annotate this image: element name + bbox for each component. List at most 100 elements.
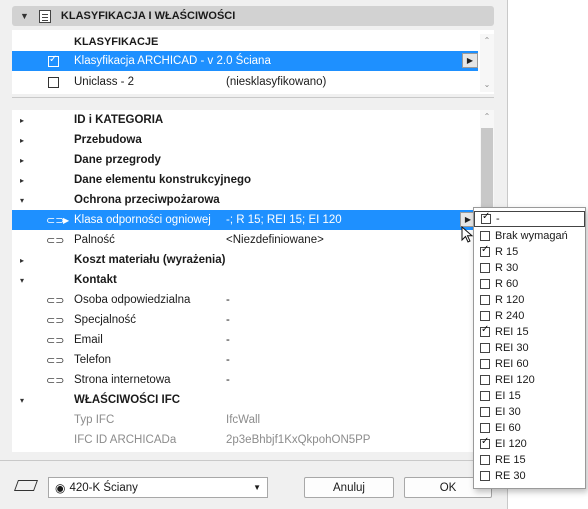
dropdown-option[interactable]: EI 120 [474,436,585,452]
dropdown-option[interactable]: EI 60 [474,420,585,436]
row-arrow-icon: ▶ [63,215,70,225]
dropdown-option[interactable]: RE 30 [474,468,585,484]
expand-triangle-icon[interactable]: ▸ [20,116,24,125]
tree-group-label: Przebudowa [74,134,142,146]
tree-group-label: Koszt materiału (wyrażenia) [74,254,226,266]
option-checkbox[interactable] [480,295,490,305]
tree-group-fire-protection[interactable]: ▾ Ochrona przeciwpożarowa [12,190,476,210]
classification-label: Uniclass - 2 [74,76,135,88]
option-checkbox[interactable] [480,423,490,433]
layer-select-value: 420-K Ściany [69,481,138,494]
property-value[interactable]: - [226,314,230,326]
property-value[interactable]: -; R 15; REI 15; EI 120 [226,214,342,226]
property-row-website[interactable]: ⊂⊃ Strona internetowa - [12,370,476,390]
option-checkbox[interactable] [481,211,491,224]
option-checkbox[interactable] [480,391,490,401]
option-checkbox[interactable] [480,263,490,273]
property-value[interactable]: - [226,354,230,366]
layer-icon [14,478,36,492]
tree-group-ifc-properties[interactable]: ▾ WŁAŚCIWOŚCI IFC [12,390,476,410]
cancel-button[interactable]: Anuluj [304,477,394,498]
option-checkbox[interactable] [480,244,490,257]
tree-group-contact[interactable]: ▾ Kontakt [12,270,476,290]
chevron-down-icon: ▼ [253,483,261,492]
dropdown-option[interactable]: R 15 [474,244,585,260]
dropdown-option[interactable]: REI 60 [474,356,585,372]
property-name: Telefon [74,354,112,366]
link-icon: ⊂⊃ [46,214,65,227]
classification-header: KLASYFIKACJE [74,36,159,48]
property-value: IfcWall [226,414,261,426]
scroll-up-icon[interactable]: ⌃ [480,34,494,48]
tree-group-label: Kontakt [74,274,117,286]
classification-row-uniclass[interactable]: Uniclass - 2 (niesklasyfikowano) [12,72,478,92]
property-name: IFC ID ARCHICADa [74,434,177,446]
dropdown-option[interactable]: REI 120 [474,372,585,388]
tree-group-wall-data[interactable]: ▸ Dane przegrody [12,150,476,170]
property-name: Klasa odporności ogniowej [74,214,211,226]
option-checkbox[interactable] [480,375,490,385]
property-value[interactable]: - [226,334,230,346]
option-checkbox[interactable] [480,279,490,289]
property-row-specialty[interactable]: ⊂⊃ Specjalność - [12,310,476,330]
expand-triangle-icon[interactable]: ▸ [20,136,24,145]
option-checkbox[interactable] [480,455,490,465]
collapse-triangle-icon[interactable]: ▾ [20,276,24,285]
tree-group-label: Ochrona przeciwpożarowa [74,194,220,206]
expand-triangle-icon[interactable]: ▸ [20,176,24,185]
scroll-up-icon[interactable]: ⌃ [480,110,494,124]
collapse-triangle-icon[interactable]: ▾ [20,196,24,205]
collapse-triangle-icon[interactable]: ▼ [20,11,29,21]
classification-checkbox[interactable] [48,76,59,88]
eye-icon: ◉ [55,480,66,495]
classification-label: Klasyfikacja ARCHICAD - v 2.0 Ściana [74,55,271,67]
dropdown-option[interactable]: R 60 [474,276,585,292]
tree-group-renovation[interactable]: ▸ Przebudowa [12,130,476,150]
dropdown-option[interactable]: EI 30 [474,404,585,420]
tree-group-id-category[interactable]: ▸ ID i KATEGORIA [12,110,476,130]
property-name: Palność [74,234,115,246]
dropdown-option[interactable]: - [474,211,585,227]
link-icon: ⊂⊃ [46,334,65,347]
fire-class-dropdown: - Brak wymagań R 15 R 30 R 60 R 120 R 24… [473,207,586,489]
document-icon [38,9,51,23]
dropdown-option[interactable]: REI 15 [474,324,585,340]
layer-select[interactable]: ◉ 420-K Ściany ▼ [48,477,268,498]
tree-group-label: Dane elementu konstrukcyjnego [74,174,252,186]
option-checkbox[interactable] [480,324,490,337]
classification-picker-button[interactable]: ▶ [462,53,478,68]
dropdown-option[interactable]: R 120 [474,292,585,308]
property-row-phone[interactable]: ⊂⊃ Telefon - [12,350,476,370]
property-row-flammability[interactable]: ⊂⊃ Palność <Niezdefiniowane> [12,230,476,250]
property-row-email[interactable]: ⊂⊃ Email - [12,330,476,350]
tree-group-material-cost[interactable]: ▸ Koszt materiału (wyrażenia) [12,250,476,270]
tree-group-structural-data[interactable]: ▸ Dane elementu konstrukcyjnego [12,170,476,190]
option-checkbox[interactable] [480,359,490,369]
option-checkbox[interactable] [480,471,490,481]
option-checkbox[interactable] [480,231,490,241]
property-value[interactable]: <Niezdefiniowane> [226,234,324,246]
dropdown-option[interactable]: REI 30 [474,340,585,356]
property-row-responsible-person[interactable]: ⊂⊃ Osoba odpowiedzialna - [12,290,476,310]
property-row-fire-resistance[interactable]: ⊂⊃ ▶ Klasa odporności ogniowej -; R 15; … [12,210,476,230]
scroll-down-icon[interactable]: ⌄ [480,78,494,92]
option-checkbox[interactable] [480,343,490,353]
classification-scrollbar[interactable]: ⌃ ⌄ [480,34,494,92]
option-checkbox[interactable] [480,436,490,449]
classification-checkbox[interactable] [48,54,59,67]
dropdown-option[interactable]: Brak wymagań [474,228,585,244]
settings-panel: ▼ KLASYFIKACJA I WŁAŚCIWOŚCI KLASYFIKACJ… [0,0,508,509]
option-checkbox[interactable] [480,407,490,417]
property-value[interactable]: - [226,294,230,306]
classification-row-archicad[interactable]: Klasyfikacja ARCHICAD - v 2.0 Ściana ▶ [12,51,478,71]
collapse-triangle-icon[interactable]: ▾ [20,396,24,405]
option-checkbox[interactable] [480,311,490,321]
property-value[interactable]: - [226,374,230,386]
expand-triangle-icon[interactable]: ▸ [20,156,24,165]
section-header[interactable]: ▼ KLASYFIKACJA I WŁAŚCIWOŚCI [12,6,494,26]
dropdown-option[interactable]: R 30 [474,260,585,276]
expand-triangle-icon[interactable]: ▸ [20,256,24,265]
dropdown-option[interactable]: R 240 [474,308,585,324]
dropdown-option[interactable]: RE 15 [474,452,585,468]
dropdown-option[interactable]: EI 15 [474,388,585,404]
